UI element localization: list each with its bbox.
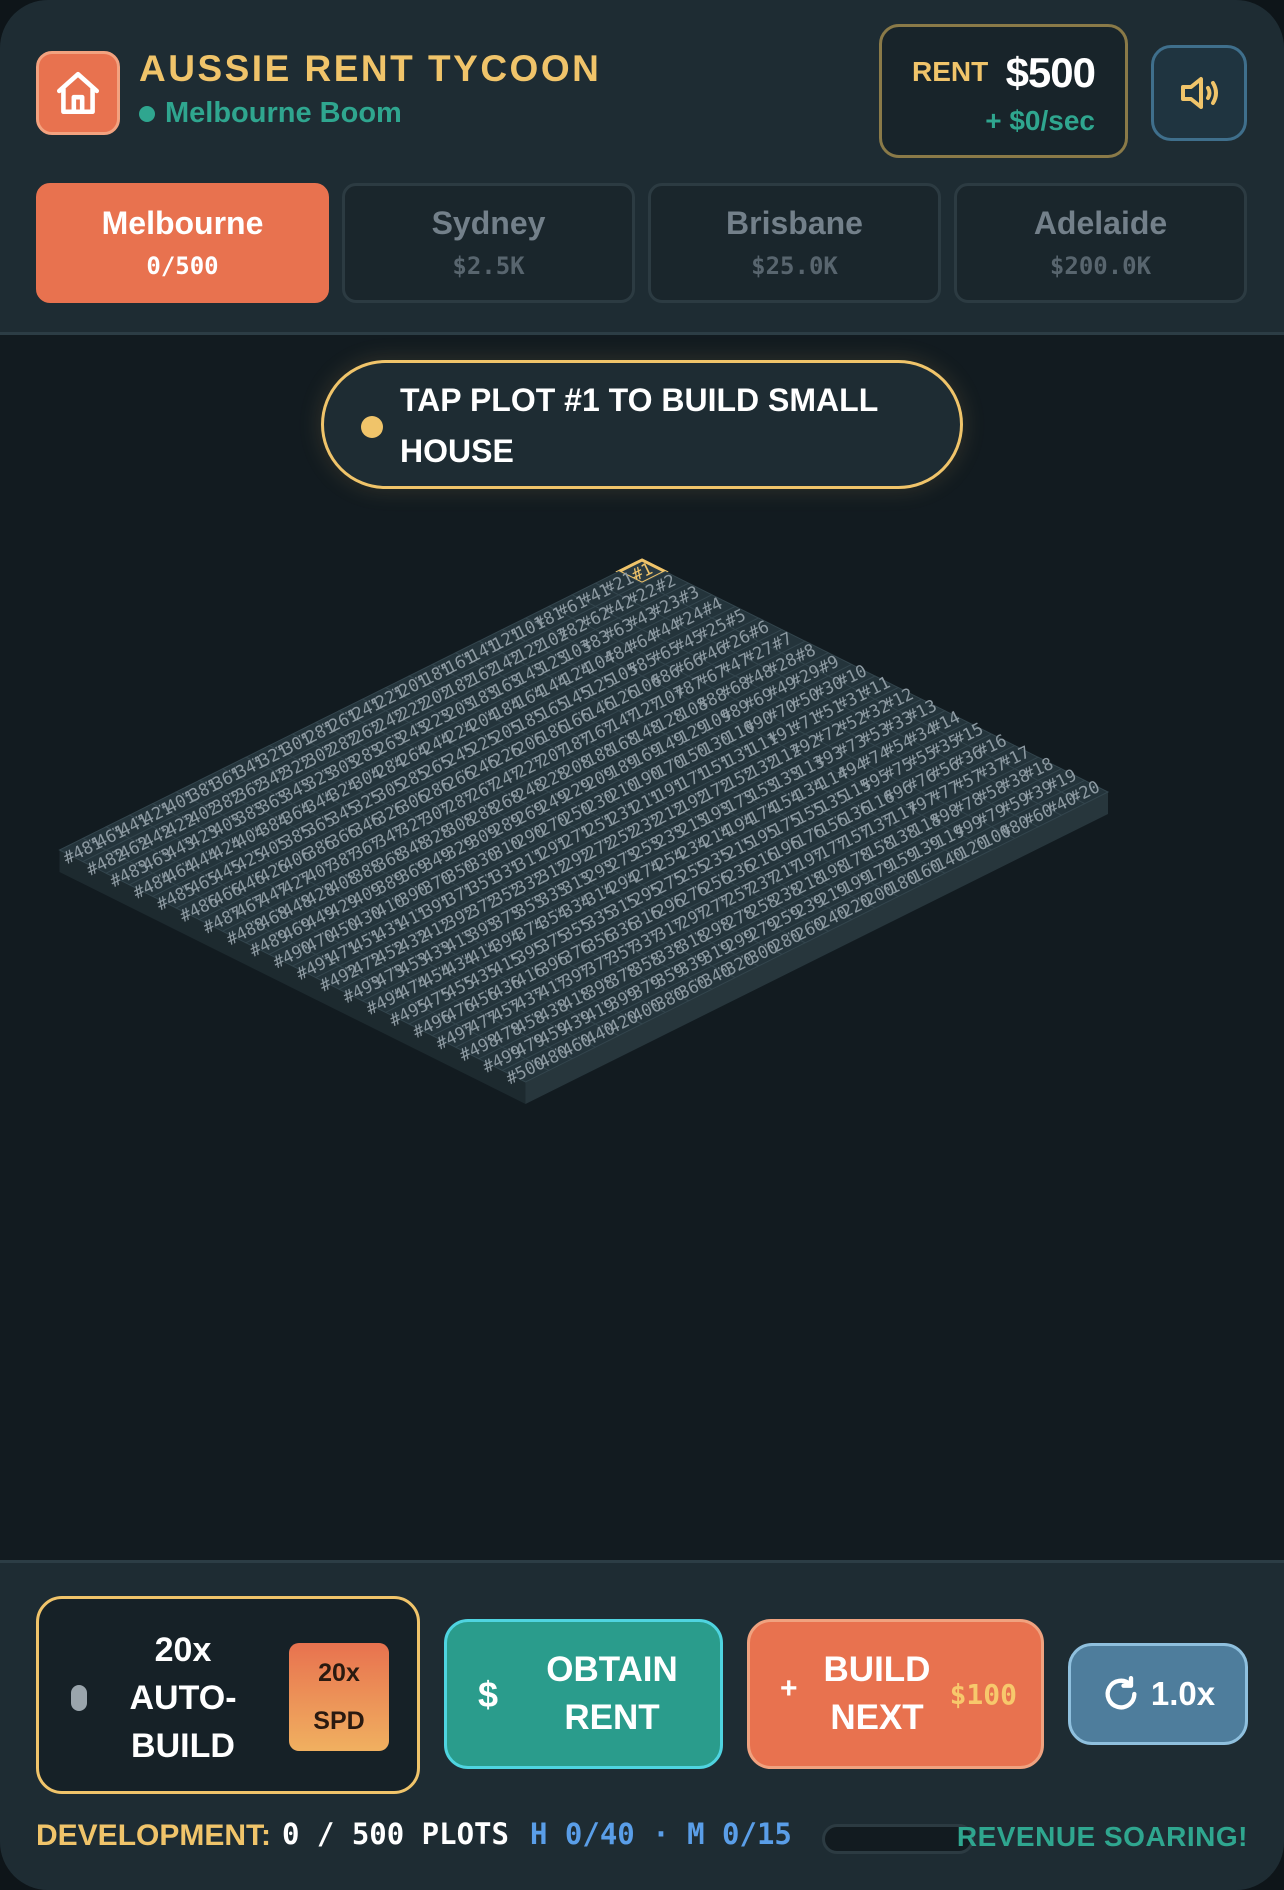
plus-icon: + <box>780 1672 798 1705</box>
tutorial-hint: TAP PLOT #1 TO BUILD SMALL HOUSE <box>321 360 963 489</box>
region-name: Melbourne Boom <box>165 97 402 129</box>
tab-adelaide[interactable]: Adelaide $200.0K <box>954 183 1247 303</box>
obtain-rent-button[interactable]: $ OBTAIN RENT <box>444 1619 723 1769</box>
speed-badge: 20x SPD <box>289 1643 389 1751</box>
game-frame: AUSSIE RENT TYCOON Melbourne Boom RENT $… <box>0 0 1284 1890</box>
game-speed-button[interactable]: 1.0x <box>1068 1643 1248 1745</box>
obtain-rent-label: OBTAIN RENT <box>546 1650 678 1737</box>
tab-sub: $200.0K <box>1049 252 1152 280</box>
tab-name: Sydney <box>431 205 546 241</box>
house-icon <box>36 51 120 135</box>
sound-button[interactable] <box>1151 45 1247 141</box>
tab-brisbane[interactable]: Brisbane $25.0K <box>648 183 941 303</box>
speed-badge-top: 20x <box>318 1659 360 1687</box>
refresh-icon <box>1105 1676 1137 1710</box>
plot-count: 0 / 500 PLOTS <box>282 1817 509 1851</box>
tab-name: Brisbane <box>726 205 863 241</box>
tab-name: Adelaide <box>1033 205 1168 241</box>
development-label: DEVELOPMENT: <box>36 1819 272 1852</box>
rent-label: RENT <box>912 56 989 87</box>
hint-dot <box>361 416 383 438</box>
house-mansion-count: H 0/40 · M 0/15 <box>530 1817 792 1851</box>
development-progress <box>822 1824 974 1854</box>
build-next-button[interactable]: + BUILD NEXT $100 <box>747 1619 1044 1769</box>
tab-sub: $25.0K <box>751 252 838 280</box>
hint-text: TAP PLOT #1 TO BUILD SMALL HOUSE <box>400 382 878 469</box>
plot-tiles: #1#2#3#4#5#6#7#8#9#10#11#12#13#14#15#16#… <box>58 558 1110 1089</box>
tab-sub: 0/500 <box>146 252 219 280</box>
build-cost: $100 <box>949 1678 1017 1711</box>
speaker-icon <box>1181 77 1218 109</box>
speed-label: 1.0x <box>1150 1675 1216 1712</box>
game-title: AUSSIE RENT TYCOON <box>139 48 602 89</box>
tab-melbourne[interactable]: Melbourne 0/500 <box>36 183 329 303</box>
toggle-indicator <box>71 1685 87 1711</box>
region-label: Melbourne Boom <box>139 97 402 130</box>
action-bar: 20x AUTO-BUILD 20x SPD $ OBTAIN RENT + B… <box>0 1560 1284 1890</box>
rent-rate: + $0/sec <box>985 105 1095 136</box>
tab-sub: $2.5K <box>452 252 525 280</box>
rent-value: $500 <box>1005 49 1096 96</box>
auto-build-label: 20x AUTO-BUILD <box>129 1631 237 1765</box>
tab-name: Melbourne <box>101 205 264 241</box>
dollar-icon: $ <box>478 1674 499 1715</box>
header: AUSSIE RENT TYCOON Melbourne Boom RENT $… <box>0 0 1284 335</box>
tab-sydney[interactable]: Sydney $2.5K <box>342 183 635 303</box>
speed-badge-bottom: SPD <box>313 1707 365 1735</box>
city-tabs: Melbourne 0/500 Sydney $2.5K Brisbane $2… <box>36 183 1248 303</box>
status-dot <box>139 105 155 122</box>
rent-display: RENT $500 + $0/sec <box>879 24 1128 158</box>
plot-grid: #1#2#3#4#5#6#7#8#9#10#11#12#13#14#15#16#… <box>58 558 1110 1104</box>
build-next-label: BUILD NEXT <box>823 1650 931 1737</box>
development-status: DEVELOPMENT: 0 / 500 PLOTS H 0/40 · M 0/… <box>36 1813 1248 1854</box>
revenue-message: REVENUE SOARING! <box>956 1821 1248 1852</box>
isometric-board: #1 #2 #3 #4 #5 #6 #7 #8 #9 #10 #11 #12 #13 #14 #15 #16 #… <box>0 335 1284 1560</box>
auto-build-button[interactable]: 20x AUTO-BUILD 20x SPD <box>36 1596 420 1794</box>
